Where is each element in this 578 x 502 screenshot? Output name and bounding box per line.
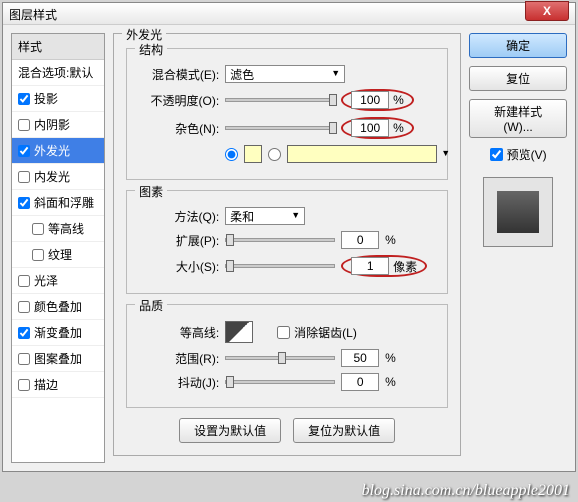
sidebar-item-checkbox[interactable] (18, 145, 30, 157)
sidebar-item-label: 内阴影 (34, 116, 70, 133)
layer-style-dialog: 图层样式 X 样式 混合选项:默认 投影内阴影外发光内发光斜面和浮雕等高线纹理光… (2, 2, 576, 472)
noise-unit: % (393, 121, 404, 135)
blend-mode-select[interactable]: 滤色 (225, 65, 345, 83)
noise-input[interactable]: 100 (351, 119, 389, 137)
sidebar-item[interactable]: 斜面和浮雕 (12, 190, 104, 216)
sidebar-item-checkbox[interactable] (18, 197, 30, 209)
antialias-checkbox[interactable]: 消除锯齿(L) (277, 324, 357, 341)
sidebar-item-label: 外发光 (34, 142, 70, 159)
dialog-title: 图层样式 (9, 8, 57, 22)
sidebar-item-checkbox[interactable] (32, 249, 44, 261)
spread-input[interactable]: 0 (341, 231, 379, 249)
range-unit: % (385, 351, 396, 365)
sidebar-item-label: 投影 (34, 90, 58, 107)
spread-unit: % (385, 233, 396, 247)
sidebar-item-label: 光泽 (34, 272, 58, 289)
titlebar[interactable]: 图层样式 X (3, 3, 575, 25)
opacity-label: 不透明度(O): (137, 92, 219, 109)
spread-slider[interactable] (225, 238, 335, 242)
sidebar-item[interactable]: 内阴影 (12, 112, 104, 138)
opacity-input[interactable]: 100 (351, 91, 389, 109)
sidebar-item-checkbox[interactable] (18, 93, 30, 105)
noise-label: 杂色(N): (137, 120, 219, 137)
sidebar-item-checkbox[interactable] (32, 223, 44, 235)
sidebar-item-checkbox[interactable] (18, 119, 30, 131)
make-default-button[interactable]: 设置为默认值 (179, 418, 281, 443)
sidebar-item-checkbox[interactable] (18, 275, 30, 287)
sidebar-item-label: 图案叠加 (34, 350, 82, 367)
sidebar-item-label: 斜面和浮雕 (34, 194, 94, 211)
styles-sidebar: 样式 混合选项:默认 投影内阴影外发光内发光斜面和浮雕等高线纹理光泽颜色叠加渐变… (11, 33, 105, 463)
sidebar-item-label: 颜色叠加 (34, 298, 82, 315)
sidebar-item[interactable]: 内发光 (12, 164, 104, 190)
sidebar-item[interactable]: 颜色叠加 (12, 294, 104, 320)
watermark: blog.sina.com.cn/blueapple2001 (362, 482, 570, 500)
size-slider[interactable] (225, 264, 335, 268)
sidebar-head[interactable]: 样式 (12, 34, 104, 60)
noise-slider[interactable] (225, 126, 335, 130)
size-input[interactable]: 1 (351, 257, 389, 275)
sidebar-item-label: 纹理 (48, 246, 72, 263)
jitter-slider[interactable] (225, 380, 335, 384)
method-label: 方法(Q): (137, 208, 219, 225)
new-style-button[interactable]: 新建样式(W)... (469, 99, 567, 138)
sidebar-item[interactable]: 描边 (12, 372, 104, 398)
sidebar-blend-options[interactable]: 混合选项:默认 (12, 60, 104, 86)
preview-swatch (497, 191, 539, 233)
sidebar-item-label: 描边 (34, 376, 58, 393)
sidebar-item-checkbox[interactable] (18, 327, 30, 339)
range-slider[interactable] (225, 356, 335, 360)
sidebar-item-label: 内发光 (34, 168, 70, 185)
section-quality: 品质 (135, 297, 167, 314)
sidebar-item-label: 渐变叠加 (34, 324, 82, 341)
jitter-input[interactable]: 0 (341, 373, 379, 391)
reset-default-button[interactable]: 复位为默认值 (293, 418, 395, 443)
opacity-slider[interactable] (225, 98, 335, 102)
sidebar-item[interactable]: 投影 (12, 86, 104, 112)
range-label: 范围(R): (137, 350, 219, 367)
size-unit: 像素 (393, 258, 417, 275)
jitter-unit: % (385, 375, 396, 389)
sidebar-item[interactable]: 渐变叠加 (12, 320, 104, 346)
opacity-unit: % (393, 93, 404, 107)
sidebar-item[interactable]: 纹理 (12, 242, 104, 268)
preview-checkbox[interactable]: 预览(V) (469, 146, 567, 163)
sidebar-item[interactable]: 外发光 (12, 138, 104, 164)
section-structure: 结构 (135, 41, 167, 58)
sidebar-item-label: 等高线 (48, 220, 84, 237)
spread-label: 扩展(P): (137, 232, 219, 249)
right-column: 确定 复位 新建样式(W)... 预览(V) (469, 33, 567, 463)
sidebar-item[interactable]: 图案叠加 (12, 346, 104, 372)
sidebar-item-checkbox[interactable] (18, 301, 30, 313)
sidebar-item-checkbox[interactable] (18, 353, 30, 365)
outer-glow-panel: 外发光 结构 混合模式(E): 滤色 不透明度(O): 100 % (113, 33, 461, 463)
reset-button[interactable]: 复位 (469, 66, 567, 91)
sidebar-item[interactable]: 光泽 (12, 268, 104, 294)
gradient-radio[interactable] (268, 148, 281, 161)
preview-box (483, 177, 553, 247)
sidebar-item-checkbox[interactable] (18, 171, 30, 183)
blend-mode-label: 混合模式(E): (137, 66, 219, 83)
jitter-label: 抖动(J): (137, 374, 219, 391)
color-radio[interactable] (225, 148, 238, 161)
size-label: 大小(S): (137, 258, 219, 275)
method-select[interactable]: 柔和 (225, 207, 305, 225)
section-elements: 图素 (135, 183, 167, 200)
contour-label: 等高线: (137, 324, 219, 341)
gradient-picker[interactable] (287, 145, 437, 163)
contour-picker[interactable] (225, 321, 253, 343)
sidebar-item-checkbox[interactable] (18, 379, 30, 391)
color-swatch[interactable] (244, 145, 262, 163)
close-button[interactable]: X (525, 1, 569, 21)
sidebar-item[interactable]: 等高线 (12, 216, 104, 242)
range-input[interactable]: 50 (341, 349, 379, 367)
ok-button[interactable]: 确定 (469, 33, 567, 58)
